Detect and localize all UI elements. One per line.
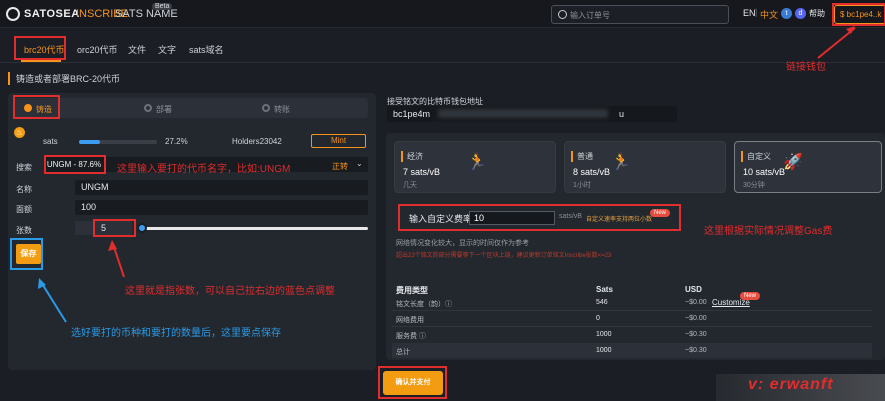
save-arrow	[40, 281, 67, 323]
annotation-arrows	[38, 26, 856, 323]
wallet-arrow	[817, 27, 856, 59]
watermark-text: v: erwanft	[748, 376, 834, 393]
